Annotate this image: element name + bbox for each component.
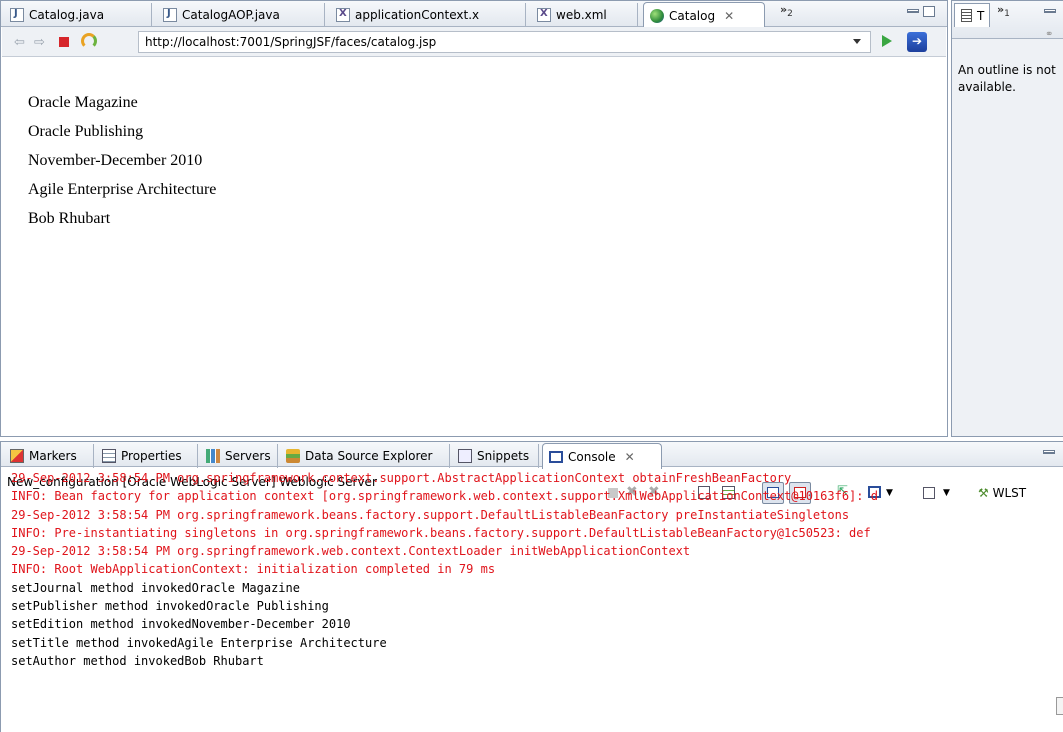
refresh-icon[interactable] (81, 33, 97, 49)
tab-label: Data Source Explorer (305, 449, 433, 463)
tab-label: Markers (29, 449, 77, 463)
tab-servers[interactable]: Servers (200, 444, 278, 468)
tab-markers[interactable]: Markers (4, 444, 94, 468)
tab-label: T (977, 8, 985, 23)
tab-label: Catalog (669, 8, 716, 23)
minimize-icon[interactable] (1044, 9, 1056, 13)
go-icon[interactable] (882, 35, 892, 47)
console-line: INFO: Root WebApplicationContext: initia… (11, 562, 496, 577)
chevron-down-icon[interactable] (853, 39, 861, 44)
tab-label: Properties (121, 449, 182, 463)
tab-data-source-explorer[interactable]: Data Source Explorer (280, 444, 450, 468)
console-line: setPublisher method invokedOracle Publis… (11, 599, 329, 614)
views-tab-bar: Markers Properties Servers Data Source E… (1, 442, 1063, 469)
editor-pane: Catalog.java CatalogAOP.java application… (0, 0, 948, 437)
tab-overflow-button[interactable]: »1 (997, 3, 1010, 19)
globe-icon (650, 8, 664, 23)
console-output: 29-Sep-2012 3:58:54 PM org.springframewo… (0, 466, 1063, 732)
console-line: setEdition method invokedNovember-Decemb… (11, 617, 351, 632)
outline-icon (961, 9, 972, 22)
journal-text: Oracle Magazine (28, 94, 138, 111)
tab-label: Servers (225, 449, 271, 463)
tab-application-context[interactable]: applicationContext.x (330, 3, 526, 27)
console-line: 29-Sep-2012 3:58:54 PM org.springframewo… (11, 471, 792, 485)
console-line: setJournal method invokedOracle Magazine (11, 580, 300, 595)
back-icon[interactable]: ⇦ (14, 35, 25, 50)
tab-catalog-browser[interactable]: Catalog ✕ (643, 2, 765, 28)
xml-file-icon (336, 8, 350, 22)
browser-page: Oracle Magazine Oracle Publishing Novemb… (2, 58, 946, 435)
tab-web-xml[interactable]: web.xml (531, 3, 638, 27)
edition-text: November-December 2010 (28, 152, 203, 169)
tab-label: Console (568, 449, 616, 464)
tab-label: Snippets (477, 449, 530, 463)
properties-icon (102, 449, 116, 463)
data-source-icon (286, 449, 300, 463)
console-line: setAuthor method invokedBob Rhubart (11, 653, 264, 668)
author-text: Bob Rhubart (28, 210, 111, 227)
outline-pane: T »1 ⚭ An outline is not available. (951, 0, 1063, 437)
tab-label: applicationContext.x (355, 8, 480, 22)
tab-label: CatalogAOP.java (182, 8, 280, 22)
console-line: 29-Sep-2012 3:58:54 PM org.springframewo… (11, 507, 850, 522)
close-icon[interactable]: ✕ (724, 9, 734, 23)
console-line: setTitle method invokedAgile Enterprise … (11, 635, 387, 650)
tab-catalog-java[interactable]: Catalog.java (4, 3, 152, 27)
tab-label: Catalog.java (29, 8, 105, 22)
editor-tab-bar: Catalog.java CatalogAOP.java application… (1, 1, 947, 28)
tab-catalogaop-java[interactable]: CatalogAOP.java (157, 3, 325, 27)
external-browser-icon[interactable]: ➔ (907, 32, 927, 52)
console-line: INFO: Bean factory for application conte… (11, 489, 878, 504)
minimize-icon[interactable] (907, 9, 919, 13)
title-text: Agile Enterprise Architecture (28, 181, 217, 198)
tab-label: web.xml (556, 8, 607, 22)
window-controls (1043, 447, 1055, 454)
stop-icon[interactable] (59, 37, 69, 47)
close-icon[interactable]: ✕ (625, 450, 635, 464)
minimize-icon[interactable] (1043, 450, 1055, 454)
outline-tab-bar: T »1 ⚭ (952, 1, 1063, 40)
console-line: INFO: Pre-instantiating singletons in or… (11, 525, 871, 540)
java-file-icon (163, 8, 177, 22)
publisher-text: Oracle Publishing (28, 123, 144, 140)
markers-icon (10, 449, 24, 463)
tab-overflow-button[interactable]: »2 (780, 3, 793, 19)
window-controls (1044, 6, 1056, 13)
browser-toolbar: ⇦ ⇨ http://localhost:7001/SpringJSF/face… (2, 27, 946, 57)
tab-properties[interactable]: Properties (96, 444, 198, 468)
snippets-icon (458, 449, 472, 463)
xml-file-icon (537, 8, 551, 22)
console-line: 29-Sep-2012 3:58:54 PM org.springframewo… (11, 544, 691, 559)
maximize-icon[interactable] (923, 6, 935, 17)
tab-outline[interactable]: T (954, 3, 990, 27)
tab-snippets[interactable]: Snippets (452, 444, 539, 468)
console-icon (549, 450, 563, 463)
forward-icon[interactable]: ⇨ (34, 35, 45, 50)
scroll-indicator[interactable] (1056, 697, 1063, 715)
java-file-icon (10, 8, 24, 22)
url-input[interactable]: http://localhost:7001/SpringJSF/faces/ca… (138, 31, 871, 53)
link-icon[interactable]: ⚭ (1045, 29, 1053, 40)
outline-message: An outline is not available. (958, 63, 1056, 94)
servers-icon (206, 449, 220, 463)
window-controls (907, 6, 935, 17)
